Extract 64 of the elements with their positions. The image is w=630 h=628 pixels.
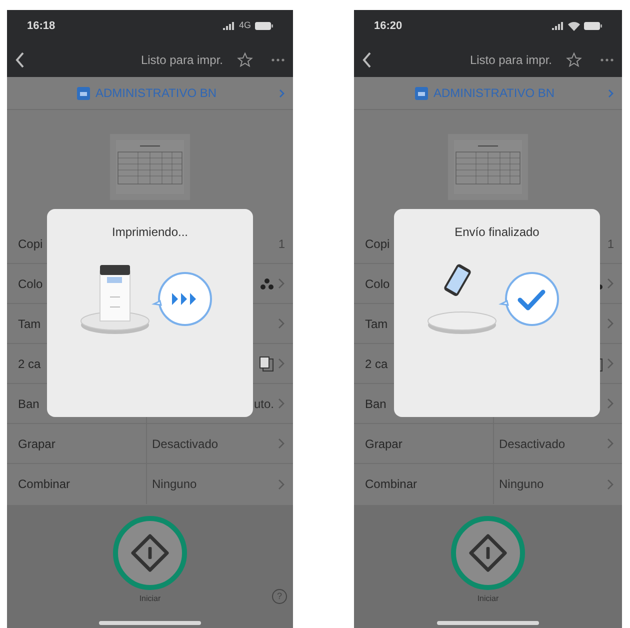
setting-row[interactable]: Grapar Desactivado [354, 424, 622, 464]
chevron-icon [607, 478, 614, 490]
chevron-icon [278, 438, 285, 449]
more-icon[interactable] [271, 58, 285, 62]
setting-label: Ban [364, 396, 388, 412]
setting-label: Tam [364, 316, 389, 332]
battery-icon [255, 22, 273, 30]
star-icon[interactable] [566, 52, 582, 68]
printer-name: ADMINISTRATIVO BN [433, 85, 555, 102]
status-time: 16:18 [27, 18, 56, 34]
battery-icon [584, 22, 602, 30]
help-icon[interactable]: ? [272, 589, 287, 604]
dialog-title: Envío finalizado [454, 224, 540, 241]
setting-value: uto. [254, 396, 274, 412]
setting-label: 2 ca [17, 356, 42, 372]
chevron-icon [278, 358, 285, 369]
setting-value: Ninguno [152, 476, 197, 493]
printer-icon [415, 86, 428, 100]
signal-icon [552, 22, 564, 30]
chevron-icon [607, 398, 614, 409]
setting-value: Ninguno [499, 476, 544, 493]
chevron-icon [607, 438, 614, 449]
setting-label: Tam [17, 316, 42, 332]
printer-name: ADMINISTRATIVO BN [95, 85, 217, 102]
start-icon [130, 533, 170, 573]
star-icon[interactable] [237, 52, 253, 68]
start-label: Iniciar [139, 593, 161, 605]
network-label: 4G [238, 19, 251, 32]
setting-row[interactable]: Grapar Desactivado [7, 424, 293, 464]
chevron-icon [607, 318, 614, 329]
chevron-icon [608, 88, 614, 98]
chevron-icon [607, 278, 614, 289]
setting-value: Desactivado [499, 436, 566, 452]
chevron-icon [278, 398, 285, 409]
setting-label: Copi [17, 236, 44, 252]
chevron-icon [279, 88, 285, 98]
duplex-icon [259, 356, 274, 372]
start-label: Iniciar [477, 593, 499, 605]
chevron-icon [278, 478, 285, 490]
chevron-icon [607, 358, 614, 369]
chevron-icon [278, 278, 285, 289]
status-time: 16:20 [374, 18, 402, 34]
back-icon[interactable] [362, 52, 372, 68]
setting-label: Grapar [17, 436, 56, 452]
nav-title: Listo para impr. [470, 52, 552, 68]
setting-value: Desactivado [152, 436, 218, 452]
setting-label: Colo [17, 276, 44, 292]
back-icon[interactable] [15, 52, 25, 68]
signal-icon [222, 22, 235, 30]
setting-label: Colo [364, 276, 391, 292]
setting-label: Copi [364, 236, 391, 252]
setting-label: 2 ca [364, 356, 389, 372]
setting-label: Combinar [364, 476, 418, 493]
wifi-icon [568, 22, 580, 30]
nav-title: Listo para impr. [140, 52, 223, 68]
toner-dots-icon [260, 278, 274, 290]
setting-label: Ban [17, 396, 40, 412]
chevron-icon [278, 318, 285, 329]
more-icon[interactable] [600, 58, 614, 62]
dialog-title: Imprimiendo... [112, 224, 188, 241]
setting-label: Combinar [17, 476, 72, 493]
start-icon [468, 533, 508, 573]
setting-label: Grapar [364, 436, 404, 452]
printer-icon [77, 86, 90, 100]
